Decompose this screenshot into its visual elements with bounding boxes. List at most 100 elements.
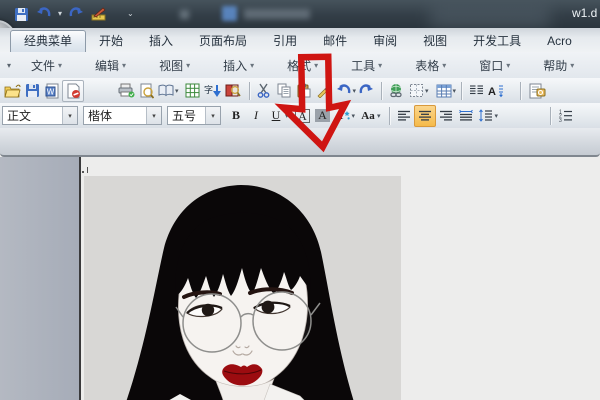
document-search-icon[interactable] — [527, 81, 547, 101]
chevron-down-icon: ▾ — [58, 61, 62, 70]
menu-help[interactable]: 帮助▾ — [543, 57, 574, 74]
insert-table-icon[interactable] — [434, 81, 454, 101]
format-painter-icon[interactable] — [314, 81, 334, 101]
chevron-down-icon[interactable]: ▾ — [205, 107, 220, 124]
menu-format[interactable]: 格式▾ — [287, 57, 318, 74]
text-effects-button[interactable]: A — [333, 106, 353, 126]
char-shading-button[interactable]: A — [313, 106, 333, 126]
tab-references[interactable]: 引用 — [260, 30, 310, 52]
menu-view[interactable]: 视图▾ — [159, 57, 190, 74]
paste-icon[interactable] — [294, 81, 314, 101]
menu-overflow-icon[interactable]: ▾ — [0, 61, 18, 70]
tab-review[interactable]: 审阅 — [360, 30, 410, 52]
save-icon[interactable] — [12, 5, 30, 23]
chevron-down-icon[interactable]: ▾ — [146, 107, 161, 124]
tab-classic-menu[interactable]: 经典菜单 — [10, 30, 86, 52]
tab-acrobat[interactable]: Acro — [534, 30, 585, 52]
char-tool-icon[interactable]: 字 — [203, 81, 223, 101]
line-spacing-icon[interactable] — [476, 106, 496, 126]
tab-mailings[interactable]: 邮件 — [310, 30, 360, 52]
undo-icon[interactable] — [35, 5, 53, 23]
insert-table-dropdown-icon[interactable]: ▾ — [453, 87, 457, 95]
font-size-combobox[interactable]: 五号 ▾ — [167, 106, 221, 125]
underline-dropdown-icon[interactable]: ▾ — [285, 112, 289, 120]
line-spacing-dropdown-icon[interactable]: ▾ — [495, 112, 499, 120]
svg-text:W: W — [46, 87, 54, 96]
quick-access-toolbar: ▾ ⌄ — [12, 3, 134, 25]
read-mode-icon[interactable] — [156, 81, 176, 101]
chevron-down-icon: ▾ — [570, 61, 574, 70]
titlebar-blur-text — [244, 9, 310, 19]
document-title: w1.d — [572, 6, 597, 20]
copy-icon[interactable] — [274, 81, 294, 101]
chevron-down-icon[interactable]: ▾ — [62, 107, 77, 124]
toolbar-separator — [461, 82, 463, 100]
menu-tools[interactable]: 工具▾ — [351, 57, 382, 74]
toolbar-separator — [520, 82, 522, 100]
document-area — [0, 157, 600, 400]
text-cursor-mark — [82, 167, 89, 173]
menu-insert[interactable]: 插入▾ — [223, 57, 254, 74]
chevron-down-icon: ▾ — [442, 61, 446, 70]
print-preview-icon[interactable] — [136, 81, 156, 101]
grid-setup-icon[interactable] — [183, 81, 203, 101]
change-case-button[interactable]: Aa — [358, 106, 378, 126]
chevron-down-icon: ▾ — [378, 61, 382, 70]
align-right-icon[interactable] — [436, 106, 456, 126]
hyperlink-icon[interactable] — [386, 81, 406, 101]
borders-dropdown-icon[interactable]: ▾ — [425, 87, 429, 95]
style-combobox[interactable]: 正文 ▾ — [2, 106, 78, 125]
align-center-icon[interactable] — [414, 105, 436, 127]
underline-button[interactable]: U — [266, 106, 286, 126]
text-sort-icon[interactable]: A — [486, 81, 506, 101]
italic-button[interactable]: I — [246, 106, 266, 126]
toolbar-separator — [381, 82, 383, 100]
text-effects-dropdown-icon[interactable]: ▾ — [352, 112, 356, 120]
word-application-window: ▾ ⌄ w1.d 经典菜单 开始 插入 页面布局 引用 邮件 审阅 视图 开发工… — [0, 0, 600, 400]
menu-file[interactable]: 文件▾ — [31, 57, 62, 74]
tab-developer[interactable]: 开发工具 — [460, 30, 534, 52]
menu-table[interactable]: 表格▾ — [415, 57, 446, 74]
portrait-picture[interactable] — [84, 176, 401, 400]
svg-text:A: A — [488, 86, 496, 98]
align-left-icon[interactable] — [394, 106, 414, 126]
titlebar-glow — [430, 2, 550, 28]
redo-icon[interactable] — [67, 5, 85, 23]
svg-text:3: 3 — [559, 118, 562, 122]
numbering-icon[interactable]: 123 — [555, 106, 575, 126]
tab-home[interactable]: 开始 — [86, 30, 136, 52]
font-combobox[interactable]: 楷体 ▾ — [83, 106, 162, 125]
titlebar-blur-icon — [222, 6, 237, 21]
chevron-down-icon: ▾ — [314, 61, 318, 70]
char-border-button[interactable]: A — [293, 106, 313, 126]
columns-icon[interactable] — [466, 81, 486, 101]
read-mode-dropdown-icon[interactable]: ▾ — [175, 87, 179, 95]
undo-dropdown-icon[interactable]: ▾ — [58, 10, 62, 18]
toolbar-separator — [389, 107, 391, 125]
ribbon-tab-row: 经典菜单 开始 插入 页面布局 引用 邮件 审阅 视图 开发工具 Acro — [0, 28, 600, 52]
menu-edit[interactable]: 编辑▾ — [95, 57, 126, 74]
change-case-dropdown-icon[interactable]: ▾ — [377, 112, 381, 120]
title-bar: ▾ ⌄ w1.d — [0, 0, 600, 28]
permission-restrict-icon[interactable] — [62, 80, 84, 102]
draw-table-icon[interactable] — [90, 5, 108, 23]
menu-window[interactable]: 窗口▾ — [479, 57, 510, 74]
word-document-icon[interactable]: W — [42, 81, 62, 101]
tab-page-layout[interactable]: 页面布局 — [186, 30, 260, 52]
toolbar-separator — [550, 107, 552, 125]
open-icon[interactable] — [2, 81, 22, 101]
distribute-icon[interactable] — [456, 106, 476, 126]
formatting-toolbar: 正文 ▾ 楷体 ▾ 五号 ▾ B I U ▾ A A A ▾ Aa ▾ — [0, 103, 600, 128]
save-icon[interactable] — [22, 81, 42, 101]
tab-insert[interactable]: 插入 — [136, 30, 186, 52]
cut-icon[interactable] — [254, 81, 274, 101]
redo-icon[interactable] — [356, 81, 376, 101]
undo-icon[interactable] — [334, 81, 354, 101]
standard-toolbar: W ▾ 字 — [0, 78, 600, 103]
bold-button[interactable]: B — [226, 106, 246, 126]
borders-icon[interactable] — [406, 81, 426, 101]
tab-view[interactable]: 视图 — [410, 30, 460, 52]
research-icon[interactable] — [223, 81, 243, 101]
customize-toolbar-icon[interactable]: ⌄ — [127, 10, 134, 18]
print-icon[interactable] — [116, 81, 136, 101]
